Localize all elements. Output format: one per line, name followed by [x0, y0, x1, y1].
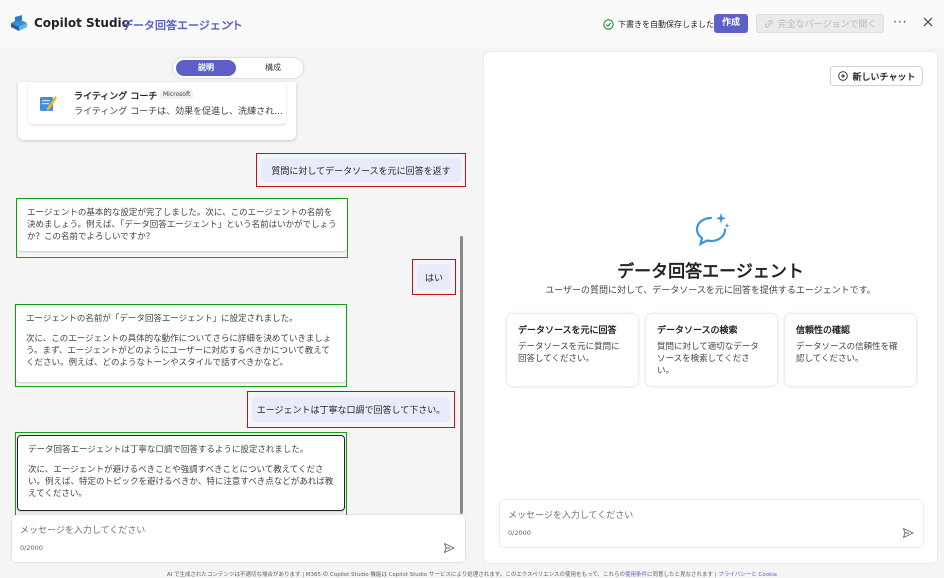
footer-text: AI で生成されたコンテンツは不適切な場合があります | M365 の Copi… — [166, 572, 625, 578]
bot-message-highlight: データ回答エージェントは丁寧な口調で回答するように設定されました。 次に、エージ… — [15, 432, 347, 516]
privacy-link[interactable]: プライバシーと Cookie — [718, 572, 777, 578]
character-count: 0/2000 — [20, 544, 43, 552]
test-message-input-placeholder: メッセージを入力してください — [508, 511, 634, 521]
agent-title: データ回答エージェント — [617, 262, 804, 282]
test-message-input[interactable]: メッセージを入力してください 0/2000 — [500, 500, 923, 547]
app-header: Copilot Studio データ回答エージェント 下書きを自動保存しました … — [0, 0, 944, 48]
footer-disclaimer: AI で生成されたコンテンツは不適切な場合があります | M365 の Copi… — [0, 570, 944, 578]
bot-message: エージェントの名前が「データ回答エージェント」に設定されました。 次に、このエー… — [16, 305, 346, 382]
microsoft-badge: Microsoft — [160, 90, 194, 99]
bot-message: エージェントの基本的な設定が完了しました。次に、このエージェントの名前を決めまし… — [17, 199, 347, 251]
chevron-down-icon[interactable] — [225, 18, 235, 28]
bot-message-text: エージェントの基本的な設定が完了しました。次に、このエージェントの名前を決めまし… — [27, 208, 337, 242]
suggestion-description: データソースを元に質問に回答してください。 — [518, 342, 620, 364]
message-input[interactable]: メッセージを入力してください 0/2000 — [12, 515, 465, 562]
mode-toggle: 説明 構成 — [173, 58, 303, 78]
suggestion-description: データソースの信頼性を確認してください。 — [796, 342, 898, 364]
bot-message-highlight: エージェントの名前が「データ回答エージェント」に設定されました。 次に、このエー… — [15, 304, 347, 387]
suggestion-title: データソースを元に回答 — [518, 326, 617, 336]
footer-text-2: に同意したと見なされます | — [647, 572, 719, 578]
copilot-studio-logo-icon — [11, 15, 27, 31]
send-icon[interactable] — [902, 527, 914, 539]
message-input-placeholder: メッセージを入力してください — [20, 526, 146, 536]
tab-configure[interactable]: 構成 — [243, 60, 303, 76]
bot-message-text: 次に、このエージェントの具体的な動作についてさらに詳細を決めていきましょう。まず… — [26, 334, 332, 368]
new-chat-button[interactable]: 新しいチャット — [830, 66, 923, 86]
user-message-highlight: エージェントは丁寧な口調で回答して下さい。 — [247, 391, 455, 428]
tab-describe[interactable]: 説明 — [176, 60, 236, 76]
suggestion-card[interactable]: データソースの検索 質問に対して適切なデータソースを検索してください。 — [646, 314, 777, 386]
test-character-count: 0/2000 — [508, 529, 531, 537]
terms-link[interactable]: 使用条件 — [625, 572, 647, 578]
suggestion-title: 信頼性の確認 — [796, 326, 851, 336]
user-message: エージェントは丁寧な口調で回答して下さい。 — [252, 397, 450, 422]
user-message: 質問に対してデータソースを元に回答を返す — [261, 158, 461, 182]
chat-sparkle-icon — [695, 213, 730, 246]
add-chat-icon — [837, 71, 848, 81]
writing-pen-icon — [40, 96, 57, 111]
bot-message: データ回答エージェントは丁寧な口調で回答するように設定されました。 次に、エージ… — [17, 435, 345, 511]
test-chat-panel: 新しいチャット データ回答エージェント ユーザーの質問に対して、データソースを元… — [484, 52, 937, 563]
suggestion-description: 質問に対して適切なデータソースを検索してください。 — [657, 342, 759, 376]
more-options-icon[interactable]: ··· — [893, 15, 907, 29]
chat-scrollbar[interactable] — [460, 236, 463, 514]
check-circle-icon — [603, 18, 614, 30]
writing-coach-card[interactable]: ライティング コーチ Microsoft ライティング コーチは、効果を促進し、… — [28, 82, 286, 124]
user-message-highlight: はい — [412, 259, 456, 295]
create-button[interactable]: 作成 — [714, 14, 748, 33]
bot-message-text: 次に、エージェントが避けるべきことや強調すべきことについて教えてください。例えば… — [28, 465, 334, 499]
app-title: Copilot Studio — [34, 16, 130, 30]
user-message-highlight: 質問に対してデータソースを元に回答を返す — [256, 153, 466, 187]
save-status: 下書きを自動保存しました — [603, 17, 714, 31]
close-icon[interactable] — [922, 16, 934, 28]
suggestion-card[interactable]: 信頼性の確認 データソースの信頼性を確認してください。 — [785, 314, 916, 386]
new-chat-label: 新しいチャット — [852, 72, 916, 83]
save-status-text: 下書きを自動保存しました — [618, 19, 714, 29]
suggestion-title: データソースの検索 — [657, 326, 738, 336]
bot-message-highlight: エージェントの基本的な設定が完了しました。次に、このエージェントの名前を決めまし… — [16, 198, 348, 258]
send-icon[interactable] — [443, 542, 455, 554]
link-icon — [764, 19, 773, 28]
coach-description: ライティング コーチは、効果を促進し、洗練され... — [74, 107, 283, 117]
open-full-version-label: 完全なバージョンで開く — [777, 20, 877, 30]
bot-message-text: データ回答エージェントは丁寧な口調で回答するように設定されました。 — [28, 445, 309, 455]
coach-card-container: ライティング コーチ Microsoft ライティング コーチは、効果を促進し、… — [18, 82, 296, 140]
agent-subtitle: ユーザーの質問に対して、データソースを元に回答を提供するエージェントです。 — [545, 286, 876, 296]
suggestion-card[interactable]: データソースを元に回答 データソースを元に質問に回答してください。 — [507, 314, 638, 386]
user-message: はい — [417, 264, 451, 290]
coach-name: ライティング コーチ — [74, 92, 158, 102]
open-full-version-button[interactable]: 完全なバージョンで開く — [756, 14, 884, 33]
bot-message-text: エージェントの名前が「データ回答エージェント」に設定されました。 — [26, 314, 298, 324]
